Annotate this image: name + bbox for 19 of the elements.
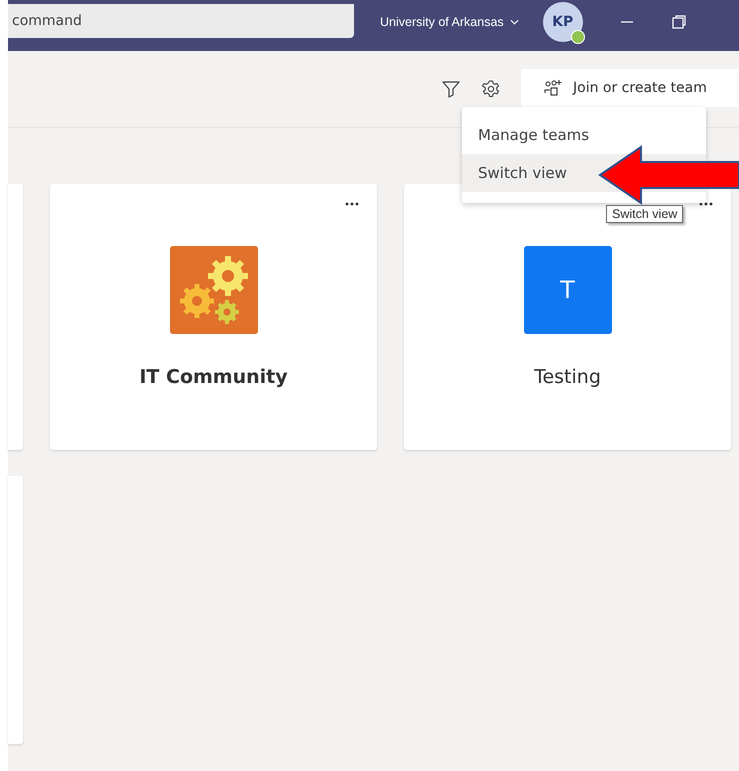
search-field[interactable]: command: [8, 4, 354, 38]
restore-icon[interactable]: [670, 14, 687, 30]
chevron-down-icon: [510, 19, 519, 25]
avatar[interactable]: KP: [542, 2, 583, 42]
team-card[interactable]: IT Community: [50, 184, 377, 450]
join-or-create-team-button[interactable]: Join or create team: [521, 69, 739, 107]
arrow-icon: [598, 145, 739, 205]
more-options-icon[interactable]: [345, 202, 359, 206]
tooltip: Switch view: [606, 205, 684, 223]
team-name: Testing: [534, 366, 601, 388]
team-name: IT Community: [139, 366, 288, 388]
menu-item[interactable]: Manage teams: [462, 116, 706, 154]
organization-switcher[interactable]: University of Arkansas: [380, 15, 519, 29]
filter-icon[interactable]: [441, 79, 461, 99]
settings-icon[interactable]: [481, 79, 501, 99]
team-avatar: T: [524, 246, 612, 334]
people-add-icon: [543, 79, 563, 97]
more-options-icon[interactable]: [699, 202, 713, 206]
gears-icon: [170, 246, 258, 334]
